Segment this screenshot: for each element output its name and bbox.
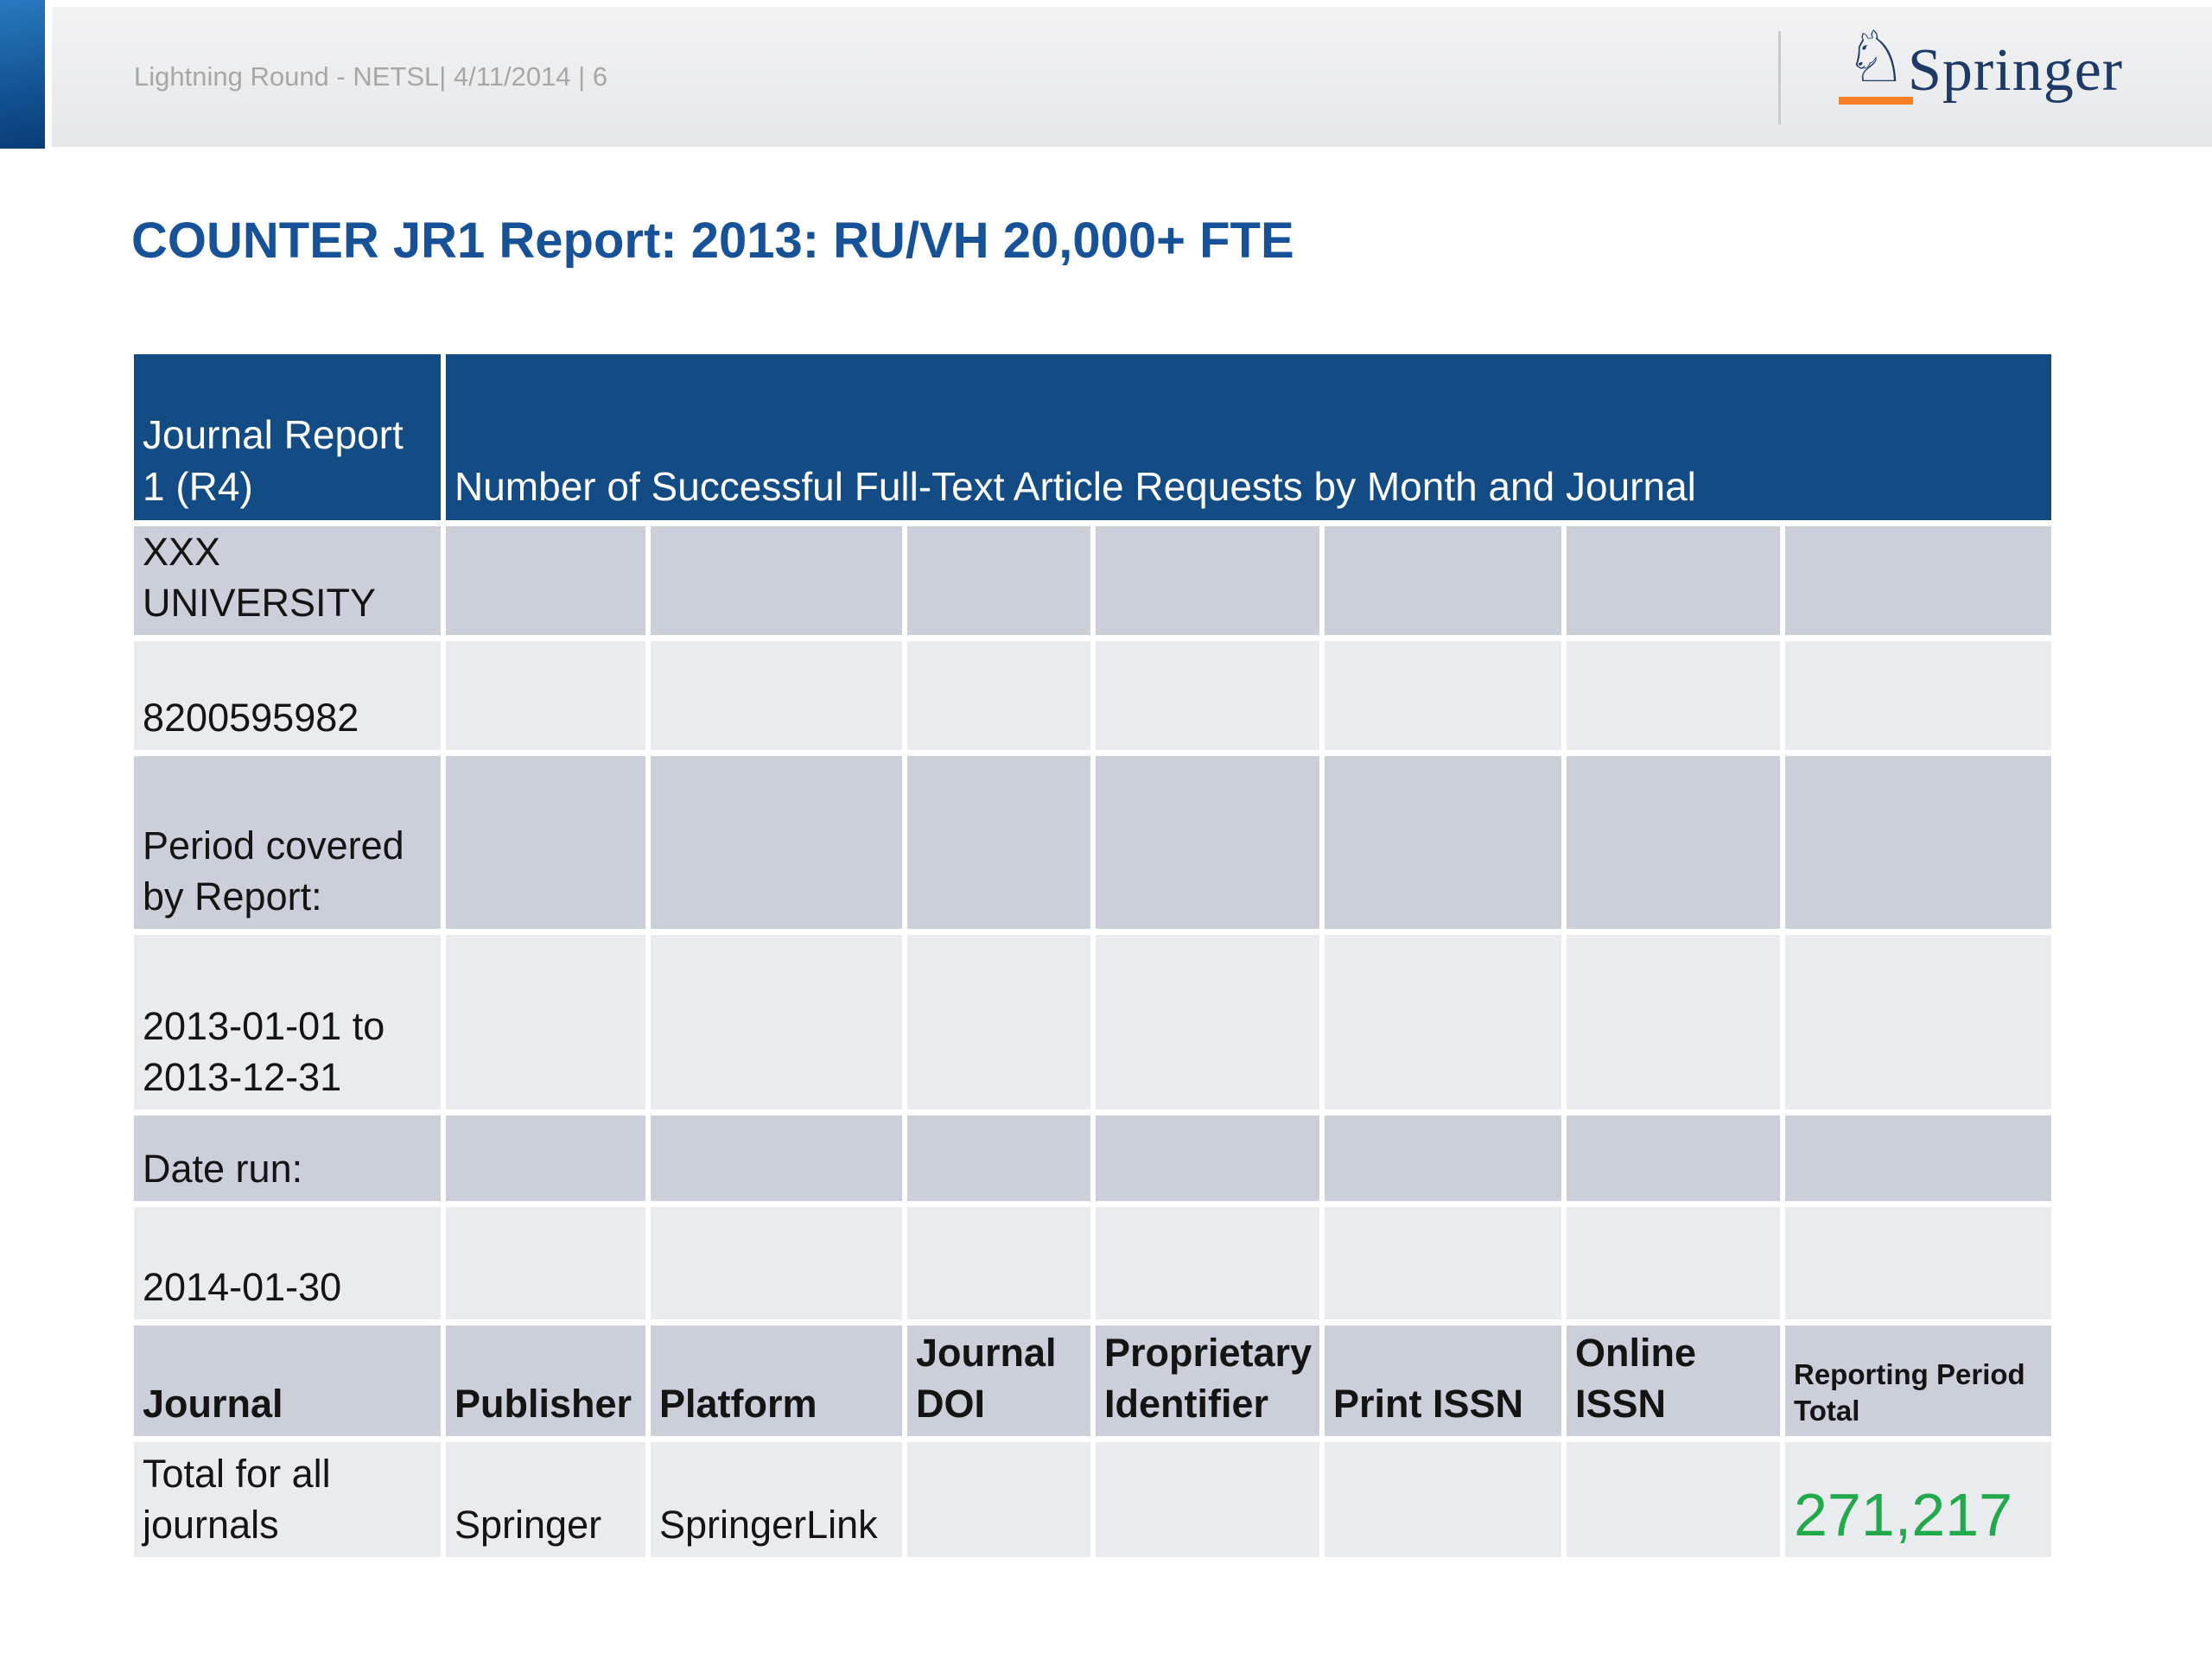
empty-cell [1096,1207,1319,1319]
column-header-print-issn: Print ISSN [1325,1325,1561,1436]
empty-cell [1567,526,1780,635]
column-header-platform: Platform [651,1325,902,1436]
report-label-cell: Journal Report 1 (R4) [134,354,441,520]
empty-cell [1325,526,1561,635]
total-proprietary-identifier-cell [1096,1442,1319,1557]
empty-cell [1096,935,1319,1109]
empty-cell [907,756,1090,929]
empty-cell [907,526,1090,635]
empty-cell [1325,1207,1561,1319]
empty-cell [446,526,645,635]
total-publisher-cell: Springer [446,1442,645,1557]
empty-cell [1096,641,1319,750]
empty-cell [907,641,1090,750]
empty-cell [1567,756,1780,929]
empty-cell [651,1116,902,1201]
empty-cell [651,935,902,1109]
corner-accent-bar [0,0,45,149]
total-print-issn-cell [1325,1442,1561,1557]
total-online-issn-cell [1567,1442,1780,1557]
empty-cell [651,756,902,929]
info-label-cell: 2013-01-01 to 2013-12-31 [134,935,441,1109]
column-header-publisher: Publisher [446,1325,645,1436]
header-divider [1778,31,1781,124]
info-label-cell: 8200595982 [134,641,441,750]
info-label-cell: 2014-01-30 [134,1207,441,1319]
empty-cell [651,641,902,750]
empty-cell [1325,935,1561,1109]
empty-cell [446,935,645,1109]
empty-cell [1785,935,2051,1109]
empty-cell [1325,756,1561,929]
column-header-journal-doi: Journal DOI [907,1325,1090,1436]
springer-logo: ♘ [1839,22,1913,105]
empty-cell [1325,641,1561,750]
empty-cell [907,1116,1090,1201]
empty-cell [1785,756,2051,929]
empty-cell [1785,641,2051,750]
empty-cell [1567,1207,1780,1319]
empty-cell [1567,935,1780,1109]
empty-cell [1785,1207,2051,1319]
empty-cell [651,1207,902,1319]
empty-cell [907,1207,1090,1319]
empty-cell [907,935,1090,1109]
reporting-period-total-value: 271,217 [1785,1442,2051,1557]
empty-cell [1325,1116,1561,1201]
logo-orange-underline-icon [1839,97,1913,105]
total-platform-cell: SpringerLink [651,1442,902,1557]
column-header-journal: Journal [134,1325,441,1436]
info-label-cell: Date run: [134,1116,441,1201]
empty-cell [1567,1116,1780,1201]
column-header-proprietary-identifier: Proprietary Identifier [1096,1325,1319,1436]
empty-cell [446,1207,645,1319]
empty-cell [1096,526,1319,635]
counter-jr1-report-table: Journal Report 1 (R4) Number of Successf… [134,354,2051,1557]
column-header-reporting-period-total: Reporting Period Total [1785,1325,2051,1436]
slide-header-bar: Lightning Round - NETSL| 4/11/2014 | 6 ♘… [52,7,2212,147]
empty-cell [1567,641,1780,750]
slide-title: COUNTER JR1 Report: 2013: RU/VH 20,000+ … [131,212,1294,270]
report-description-cell: Number of Successful Full-Text Article R… [446,354,2051,520]
empty-cell [446,756,645,929]
empty-cell [1785,526,2051,635]
empty-cell [1785,1116,2051,1201]
empty-cell [1096,756,1319,929]
empty-cell [1096,1116,1319,1201]
total-journal-doi-cell [907,1442,1090,1557]
total-journal-cell: Total for all journals [134,1442,441,1557]
springer-horse-icon: ♘ [1844,22,1908,93]
info-label-cell: Period covered by Report: [134,756,441,929]
springer-logo-text: Springer [1908,7,2123,135]
slide-footer-text: Lightning Round - NETSL| 4/11/2014 | 6 [134,7,607,147]
empty-cell [446,1116,645,1201]
empty-cell [446,641,645,750]
column-header-online-issn: Online ISSN [1567,1325,1780,1436]
info-label-cell: XXX UNIVERSITY [134,526,441,635]
empty-cell [651,526,902,635]
